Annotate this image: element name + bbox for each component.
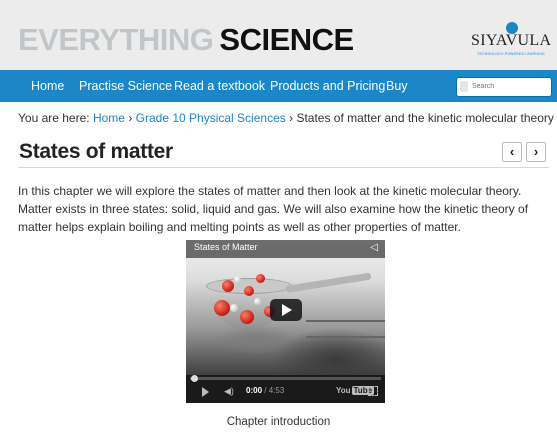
logo-name: SIYAVULA — [471, 32, 552, 49]
molecule-ball — [256, 274, 265, 283]
nav-item-read-textbook[interactable]: Read a textbook — [174, 70, 265, 102]
molecule-ball — [240, 310, 254, 324]
next-chapter-button[interactable]: › — [526, 142, 546, 162]
video-title[interactable]: States of Matter — [194, 242, 258, 252]
share-icon[interactable]: ◁ — [370, 242, 378, 253]
search-input[interactable] — [472, 80, 544, 93]
video-duration: / 4:53 — [264, 386, 285, 395]
search-icon — [460, 81, 468, 92]
molecule-ball — [230, 304, 238, 312]
main-nav: Home Practise Science Read a textbook Pr… — [0, 70, 557, 102]
stove-grate — [306, 336, 385, 338]
nav-item-products-pricing[interactable]: Products and Pricing — [270, 70, 385, 102]
current-time: 0:00 — [246, 386, 263, 395]
chapter-intro-text: In this chapter we will explore the stat… — [18, 184, 529, 234]
youtube-logo-text: You — [336, 386, 351, 395]
breadcrumb-link-home[interactable]: Home — [93, 111, 125, 125]
stove-grate — [306, 320, 385, 322]
control-play-icon[interactable] — [202, 387, 209, 397]
page-title: States of matter — [19, 140, 173, 163]
video-title-bar: States of Matter ◁ — [186, 240, 385, 258]
volume-icon[interactable]: ◀) — [224, 386, 234, 397]
brand-part-2: SCIENCE — [219, 22, 354, 57]
breadcrumb: You are here: Home › Grade 10 Physical S… — [18, 111, 554, 125]
video-player[interactable]: States of Matter ◁ ◀) 0:00 / 4:53 You Tub… — [186, 240, 385, 403]
site-header: EVERYTHING SCIENCE SIYAVULA TECHNOLOGY-PO… — [0, 0, 557, 70]
molecule-ball — [234, 276, 241, 283]
site-brand[interactable]: EVERYTHING SCIENCE — [18, 20, 354, 60]
play-icon — [282, 304, 292, 316]
video-progress-bar[interactable] — [190, 375, 381, 382]
prev-chapter-button[interactable]: ‹ — [502, 142, 522, 162]
play-button[interactable] — [270, 299, 302, 321]
progress-scrubber[interactable] — [191, 375, 198, 382]
chevron-right-icon: › — [533, 144, 539, 159]
molecule-ball — [244, 286, 254, 296]
pan-handle — [285, 272, 372, 293]
breadcrumb-separator: › — [128, 111, 133, 125]
nav-item-buy[interactable]: Buy — [386, 70, 408, 102]
nav-item-practise-science[interactable]: Practise Science — [79, 70, 172, 102]
chevron-left-icon: ‹ — [509, 144, 515, 159]
video-controls: ◀) 0:00 / 4:53 You Tube — [186, 375, 385, 403]
video-caption: Chapter introduction — [226, 416, 331, 428]
molecule-ball — [254, 298, 261, 305]
fullscreen-icon[interactable] — [368, 386, 378, 396]
molecule-ball — [222, 280, 234, 292]
nav-item-home[interactable]: Home — [31, 70, 64, 102]
brand-part-1: EVERYTHING — [18, 22, 214, 57]
logo-tagline: TECHNOLOGY-POWERED LEARNING — [477, 52, 545, 56]
siyavula-logo[interactable]: SIYAVULA TECHNOLOGY-POWERED LEARNING — [471, 22, 551, 64]
search-box — [456, 77, 552, 97]
breadcrumb-separator: › — [289, 111, 294, 125]
video-time: 0:00 / 4:53 — [246, 386, 284, 395]
molecule-ball — [214, 300, 230, 316]
breadcrumb-current: States of matter and the kinetic molecul… — [296, 111, 554, 125]
breadcrumb-prefix: You are here: — [18, 111, 90, 125]
title-divider — [18, 167, 549, 168]
breadcrumb-link-grade10[interactable]: Grade 10 Physical Sciences — [136, 111, 286, 125]
